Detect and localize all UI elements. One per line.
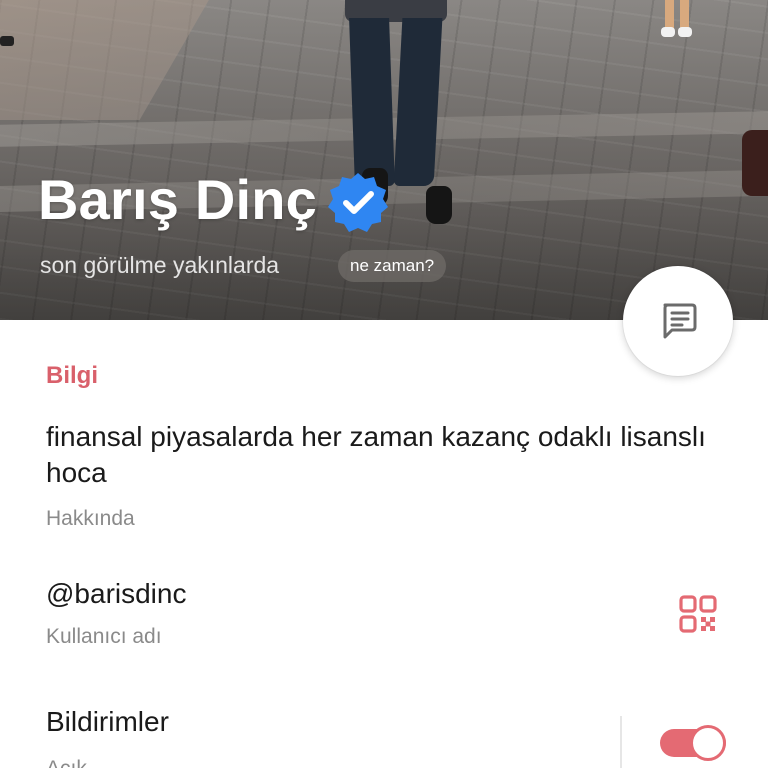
- photo-bag: [742, 130, 768, 196]
- message-button[interactable]: [623, 266, 733, 376]
- info-section-title: Bilgi: [46, 362, 98, 389]
- message-icon: [663, 303, 697, 339]
- about-text: finansal piyasalarda her zaman kazanç od…: [46, 421, 706, 488]
- last-seen-status: son görülme yakınlarda: [40, 252, 280, 278]
- profile-name: Barış Dinç: [38, 168, 317, 231]
- photo-detail: [0, 36, 14, 46]
- person-leg: [349, 18, 395, 186]
- notifications-toggle[interactable]: [660, 724, 726, 762]
- bystander-leg: [680, 0, 689, 30]
- username-text: @barisdinc: [46, 578, 187, 609]
- bystander-shoe: [661, 27, 675, 37]
- divider: [620, 716, 622, 768]
- about-label: Hakkında: [46, 507, 135, 530]
- person-shoe: [426, 186, 452, 224]
- last-seen-when-button[interactable]: ne zaman?: [338, 250, 447, 282]
- notifications-title: Bildirimler: [46, 706, 169, 737]
- verified-badge-icon: [326, 170, 390, 234]
- pavement-highlight: [0, 0, 221, 120]
- bystander-leg: [665, 0, 674, 30]
- bystander-shoe: [678, 27, 692, 37]
- toggle-thumb: [690, 725, 726, 761]
- username-label: Kullanıcı adı: [46, 625, 162, 648]
- notifications-status: Açık: [46, 756, 87, 768]
- person-leg: [393, 18, 443, 186]
- qr-code-icon: [679, 595, 717, 633]
- qr-code-button[interactable]: [672, 590, 722, 640]
